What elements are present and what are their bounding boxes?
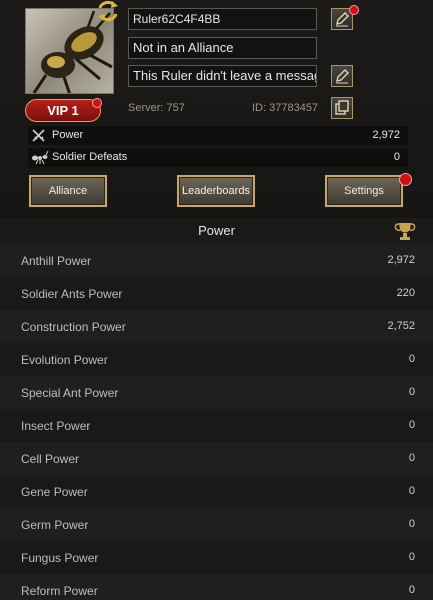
edit-name-notification-dot: [349, 5, 359, 15]
player-id-label: ID: 37783457: [252, 102, 319, 114]
power-row-label: Fungus Power: [21, 551, 99, 565]
settings-button[interactable]: Settings: [325, 175, 403, 207]
power-row-special-ant: Special Ant Power 0: [0, 376, 433, 409]
message-field: This Ruler didn't leave a message: [128, 65, 317, 87]
soldier-defeats-value: 0: [393, 151, 400, 163]
pencil-icon: [336, 69, 349, 84]
power-row-label: Construction Power: [21, 320, 126, 334]
swap-arrows-icon: [98, 0, 118, 22]
power-row-label: Cell Power: [21, 452, 80, 466]
power-row-soldier-ants: Soldier Ants Power 220: [0, 277, 433, 310]
power-row-value: 220: [396, 287, 415, 299]
copy-icon: [335, 100, 349, 115]
power-stat-label: Power: [52, 129, 84, 141]
power-row-cell: Cell Power 0: [0, 442, 433, 475]
power-row-label: Gene Power: [21, 485, 88, 499]
power-row-value: 0: [408, 353, 415, 365]
edit-message-button[interactable]: [331, 65, 353, 87]
power-row-label: Evolution Power: [21, 353, 108, 367]
power-row-value: 0: [408, 584, 415, 596]
power-row-label: Special Ant Power: [21, 386, 119, 400]
power-row-label: Reform Power: [21, 584, 98, 598]
ant-icon: [32, 150, 49, 165]
power-row-label: Soldier Ants Power: [21, 287, 123, 301]
vip-badge[interactable]: VIP 1: [25, 99, 101, 122]
power-stat-value: 2,972: [372, 129, 400, 141]
power-row-anthill: Anthill Power 2,972: [0, 244, 433, 277]
pencil-icon: [336, 12, 349, 27]
section-title: Power: [198, 223, 235, 238]
power-row-label: Anthill Power: [21, 254, 92, 268]
leaderboards-button[interactable]: Leaderboards: [177, 175, 255, 207]
power-row-evolution: Evolution Power 0: [0, 343, 433, 376]
soldier-defeats-label: Soldier Defeats: [52, 151, 128, 163]
power-row-label: Germ Power: [21, 518, 89, 532]
alliance-field: Not in an Alliance: [128, 37, 317, 59]
settings-notification-dot: [399, 173, 412, 186]
vip-notification-dot: [92, 98, 102, 108]
alliance-button[interactable]: Alliance: [29, 175, 107, 207]
power-row-value: 0: [408, 419, 415, 431]
power-row-value: 2,972: [387, 254, 415, 266]
power-row-fungus: Fungus Power 0: [0, 541, 433, 574]
power-row-reform: Reform Power 0: [0, 574, 433, 600]
power-row-germ: Germ Power 0: [0, 508, 433, 541]
power-row-insect: Insect Power 0: [0, 409, 433, 442]
power-row-value: 0: [408, 386, 415, 398]
crossed-swords-icon: [32, 129, 45, 142]
change-avatar-button[interactable]: [96, 0, 120, 22]
power-row-label: Insect Power: [21, 419, 91, 433]
soldier-defeats-stat-row: Soldier Defeats 0: [28, 148, 408, 167]
power-row-construction: Construction Power 2,752: [0, 310, 433, 343]
power-row-value: 0: [408, 485, 415, 497]
power-row-value: 0: [408, 452, 415, 464]
power-row-value: 0: [408, 518, 415, 530]
power-section-header: Power: [0, 218, 433, 244]
ruler-name-field: Ruler62C4F4BB: [128, 8, 317, 30]
power-breakdown-list: Anthill Power 2,972 Soldier Ants Power 2…: [0, 244, 433, 600]
power-row-value: 2,752: [387, 320, 415, 332]
power-stat-row: Power 2,972: [28, 126, 408, 145]
power-row-gene: Gene Power 0: [0, 475, 433, 508]
server-label: Server: 757: [128, 102, 185, 114]
copy-id-button[interactable]: [331, 97, 353, 119]
trophy-icon[interactable]: [393, 220, 417, 242]
power-row-value: 0: [408, 551, 415, 563]
profile-panel: VIP 1 Ruler62C4F4BB Not in an Alliance T…: [0, 0, 433, 212]
